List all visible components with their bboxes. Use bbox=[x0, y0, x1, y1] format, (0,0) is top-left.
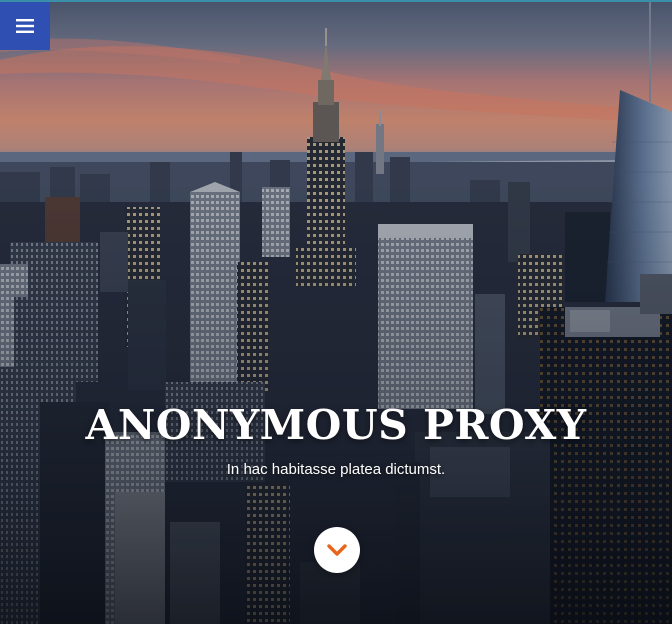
menu-button[interactable] bbox=[0, 2, 50, 50]
hero-section: ANONYMOUS PROXY In hac habitasse platea … bbox=[0, 0, 672, 624]
hamburger-menu-icon bbox=[16, 19, 34, 33]
hero-content: ANONYMOUS PROXY In hac habitasse platea … bbox=[0, 400, 672, 478]
hero-title: ANONYMOUS PROXY bbox=[85, 401, 587, 449]
hero-subtitle: In hac habitasse platea dictumst. bbox=[226, 461, 446, 478]
scroll-down-button[interactable] bbox=[314, 527, 360, 573]
chevron-down-icon bbox=[327, 544, 347, 556]
